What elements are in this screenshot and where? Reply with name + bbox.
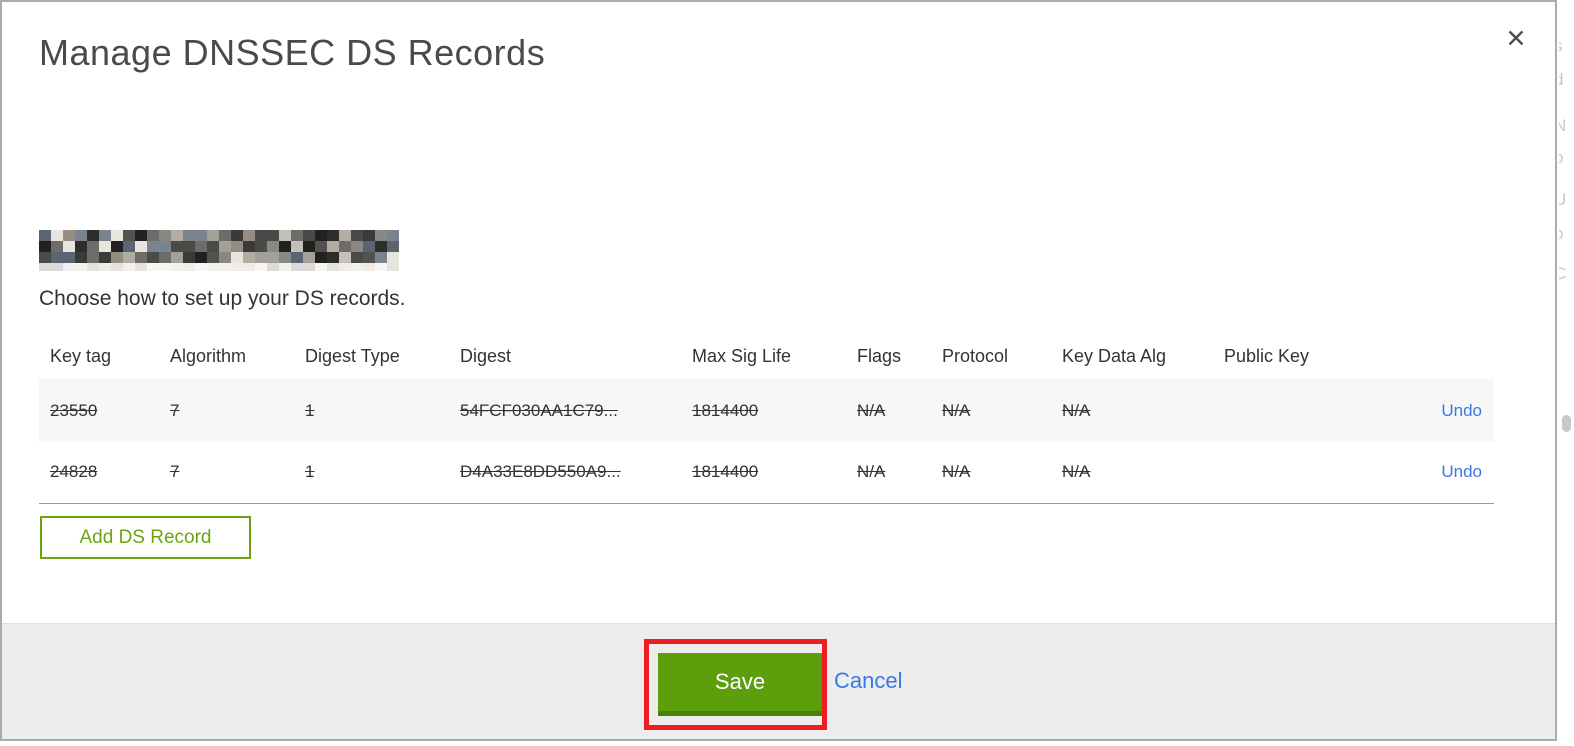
cell-protocol: N/A bbox=[931, 442, 1051, 504]
cell-key-tag: 24828 bbox=[39, 442, 159, 504]
undo-link[interactable]: Undo bbox=[1441, 401, 1482, 420]
dialog-footer: Save Cancel bbox=[2, 623, 1555, 739]
edge-text-fragment: C bbox=[1559, 264, 1567, 283]
cell-flags: N/A bbox=[846, 442, 931, 504]
cell-action: Undo bbox=[1362, 442, 1494, 504]
cancel-link[interactable]: Cancel bbox=[834, 668, 902, 694]
edge-text-fragment: N bbox=[1559, 116, 1567, 135]
table-row: 24828 7 1 D4A33E8DD550A9... 1814400 N/A … bbox=[39, 442, 1494, 504]
add-ds-record-button[interactable]: Add DS Record bbox=[40, 516, 251, 559]
ds-records-table: Key tag Algorithm Digest Type Digest Max… bbox=[39, 334, 1494, 504]
cell-digest: 54FCF030AA1C79... bbox=[449, 379, 681, 442]
instruction-text: Choose how to set up your DS records. bbox=[39, 287, 406, 310]
col-header-digest: Digest bbox=[460, 346, 512, 366]
col-header-actions bbox=[1362, 334, 1494, 379]
col-header-key-tag: Key tag bbox=[50, 346, 112, 366]
page-edge-strip: sdNoUoC bbox=[1559, 0, 1574, 746]
col-header-digest-type: Digest Type bbox=[305, 346, 400, 366]
col-header-algorithm: Algorithm bbox=[170, 346, 247, 366]
edge-text-fragment: o bbox=[1559, 148, 1563, 168]
cell-digest: D4A33E8DD550A9... bbox=[449, 442, 681, 504]
dialog-title: Manage DNSSEC DS Records bbox=[39, 32, 546, 73]
cell-max-sig-life: 1814400 bbox=[681, 442, 846, 504]
cell-max-sig-life: 1814400 bbox=[681, 379, 846, 442]
cell-key-data-alg: N/A bbox=[1051, 379, 1213, 442]
cell-digest-type: 1 bbox=[294, 379, 449, 442]
cell-flags: N/A bbox=[846, 379, 931, 442]
cell-algorithm: 7 bbox=[159, 379, 294, 442]
edge-text-fragment: o bbox=[1559, 224, 1563, 244]
col-header-public-key: Public Key bbox=[1224, 346, 1310, 366]
col-header-max-sig-life: Max Sig Life bbox=[692, 346, 792, 366]
cell-public-key bbox=[1213, 379, 1362, 442]
close-icon[interactable]: ✕ bbox=[1499, 22, 1533, 56]
col-header-protocol: Protocol bbox=[942, 346, 1009, 366]
red-annotation-box: Save bbox=[644, 639, 827, 730]
cell-key-tag: 23550 bbox=[39, 379, 159, 442]
undo-link[interactable]: Undo bbox=[1441, 462, 1482, 481]
cell-action: Undo bbox=[1362, 379, 1494, 442]
cell-key-data-alg: N/A bbox=[1051, 442, 1213, 504]
edge-text-fragment: U bbox=[1559, 190, 1567, 209]
cell-digest-type: 1 bbox=[294, 442, 449, 504]
edge-text-fragment: s bbox=[1559, 36, 1563, 56]
scrollbar-thumb[interactable] bbox=[1562, 415, 1571, 432]
cell-algorithm: 7 bbox=[159, 442, 294, 504]
screen: Manage DNSSEC DS Records ✕ Choose how to… bbox=[0, 0, 1574, 746]
manage-dnssec-dialog: Manage DNSSEC DS Records ✕ Choose how to… bbox=[0, 0, 1557, 741]
cell-public-key bbox=[1213, 442, 1362, 504]
table-row: 23550 7 1 54FCF030AA1C79... 1814400 N/A … bbox=[39, 379, 1494, 442]
edge-text-fragment: d bbox=[1559, 70, 1563, 90]
col-header-flags: Flags bbox=[857, 346, 902, 366]
redacted-domain-name bbox=[39, 230, 399, 271]
cell-protocol: N/A bbox=[931, 379, 1051, 442]
col-header-key-data-alg: Key Data Alg bbox=[1062, 346, 1167, 366]
save-button[interactable]: Save bbox=[658, 653, 822, 716]
table-header-row: Key tag Algorithm Digest Type Digest Max… bbox=[39, 334, 1494, 379]
